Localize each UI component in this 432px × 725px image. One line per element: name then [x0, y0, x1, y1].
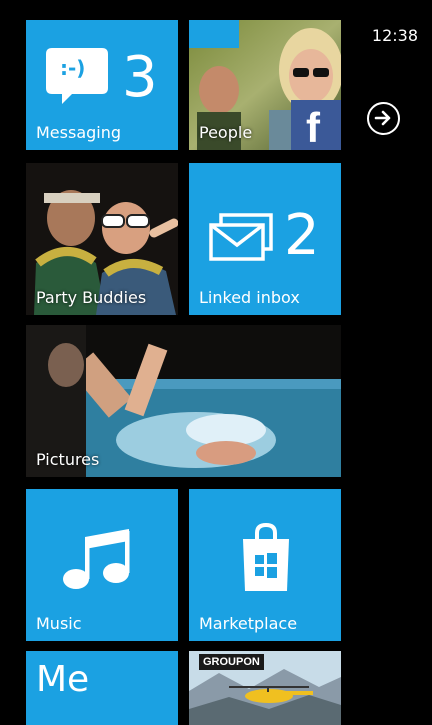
tile-me[interactable]: Me	[26, 651, 178, 725]
tile-label: Linked inbox	[199, 288, 300, 307]
all-apps-arrow-button[interactable]	[367, 102, 400, 135]
tile-label: Pictures	[36, 450, 100, 469]
shopping-bag-icon	[239, 523, 293, 593]
linked-inbox-count: 2	[284, 203, 320, 268]
tile-groupon[interactable]: GROUPON	[189, 651, 341, 725]
tile-label: Party Buddies	[36, 288, 147, 307]
tile-label: Me	[36, 659, 90, 700]
tile-people[interactable]: f People	[189, 20, 341, 150]
facebook-icon: f	[291, 100, 341, 150]
messaging-count: 3	[122, 45, 158, 110]
tile-label: People	[199, 123, 253, 142]
status-clock: 12:38	[371, 26, 418, 45]
tile-pictures[interactable]: Pictures	[26, 325, 341, 477]
tile-marketplace[interactable]: Marketplace	[189, 489, 341, 641]
tile-label: Marketplace	[199, 614, 298, 633]
facebook-badge-letter: f	[306, 104, 320, 150]
tile-label: Messaging	[36, 123, 122, 142]
tile-music[interactable]: Music	[26, 489, 178, 641]
tile-messaging[interactable]: :-) 3 Messaging	[26, 20, 178, 150]
music-note-icon	[62, 527, 132, 591]
arrow-right-icon	[374, 110, 391, 126]
tile-party-buddies[interactable]: Party Buddies	[26, 163, 178, 315]
tile-label: Music	[36, 614, 82, 633]
emoticon-text: :-)	[60, 56, 86, 80]
groupon-badge: GROUPON	[199, 654, 264, 670]
speech-bubble-smiley-icon: :-)	[46, 48, 108, 104]
envelopes-icon	[209, 213, 275, 263]
tile-linked-inbox[interactable]: 2 Linked inbox	[189, 163, 341, 315]
